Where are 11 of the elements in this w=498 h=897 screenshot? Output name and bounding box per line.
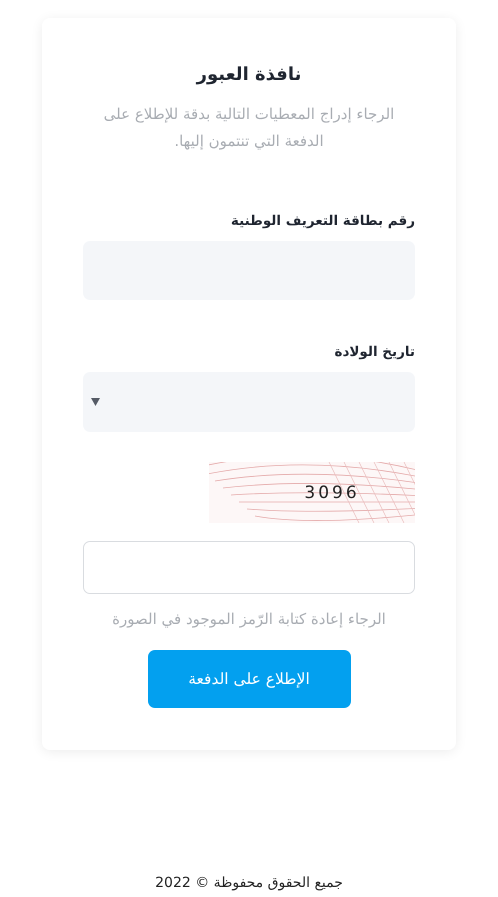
date-select[interactable]	[83, 372, 415, 432]
caret-icon	[91, 398, 100, 406]
instructions-text: الرجاء إدراج المعطيات التالية بدقة للإطلاع على الدفعة التي تنتمون إليها.	[102, 104, 396, 152]
form-title: نافذة العبور	[194, 64, 302, 85]
submit-button[interactable]: الإطلاع على الدفعة	[148, 650, 350, 708]
copyright-text: جميع الحقوق محفوظة © 2022	[155, 875, 343, 891]
captcha-code: 3096	[303, 482, 360, 502]
field-label: رقم بطاقة التعريف الوطنية	[230, 213, 415, 229]
captcha-input[interactable]	[83, 541, 415, 594]
captcha-hint: الرجاء إعادة كتابة الرّمز الموجود في الصورة	[111, 610, 387, 628]
field-label: تاريخ الولادة	[333, 344, 415, 360]
